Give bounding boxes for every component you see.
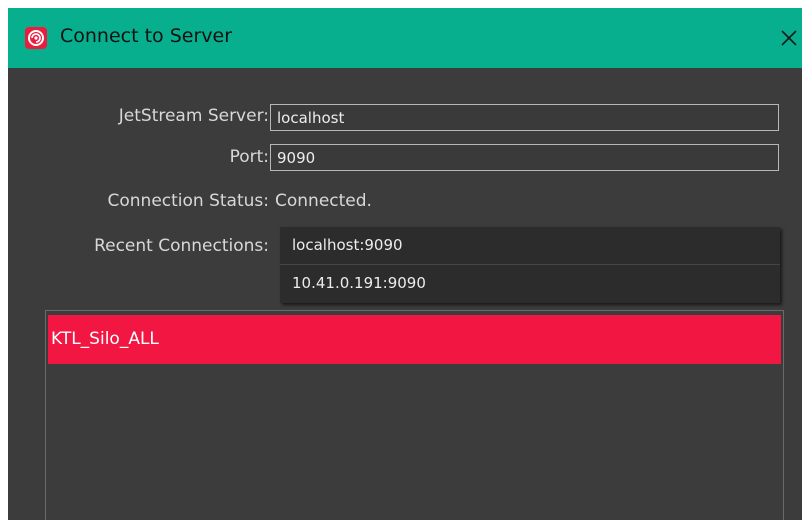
- window-title: Connect to Server: [60, 25, 233, 47]
- recent-connection-item[interactable]: 10.41.0.191:9090: [280, 265, 780, 302]
- close-button[interactable]: [776, 22, 802, 54]
- status-label: Connection Status:: [107, 191, 270, 211]
- close-icon: [781, 30, 797, 46]
- streams-list[interactable]: KTL_Silo_ALL: [45, 310, 784, 520]
- recent-connections-label: Recent Connections:: [94, 236, 269, 256]
- port-label: Port:: [229, 147, 269, 167]
- recent-connection-item[interactable]: localhost:9090: [280, 227, 780, 264]
- title-bar: Connect to Server: [8, 8, 802, 68]
- port-input[interactable]: [270, 144, 779, 171]
- recent-connections-dropdown[interactable]: localhost:9090 10.41.0.191:9090: [280, 227, 780, 303]
- app-logo-icon: [25, 27, 47, 49]
- server-input[interactable]: [270, 104, 779, 131]
- connect-dialog: Connect to Server JetStream Server: Port…: [8, 8, 802, 520]
- status-value: Connected.: [275, 191, 372, 211]
- list-item[interactable]: KTL_Silo_ALL: [48, 315, 781, 364]
- server-label: JetStream Server:: [118, 106, 269, 126]
